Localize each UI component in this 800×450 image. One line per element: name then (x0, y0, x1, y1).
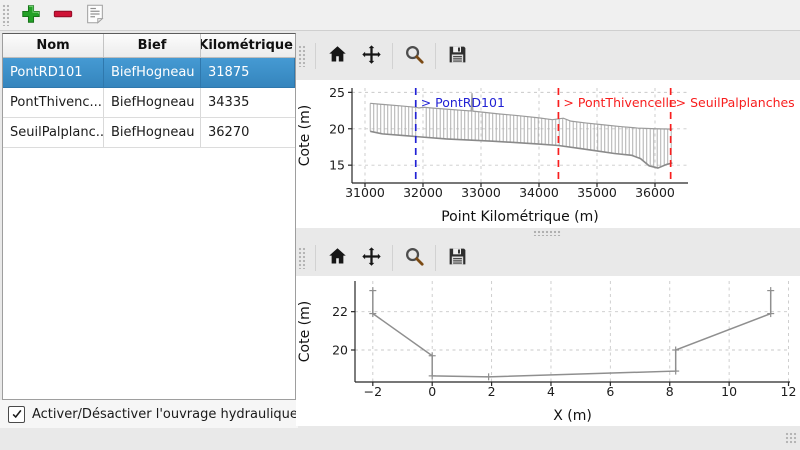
checkbox-label: Activer/Désactiver l'ouvrage hydraulique (32, 407, 298, 422)
svg-text:22: 22 (332, 304, 348, 319)
separator (315, 245, 316, 271)
save-button[interactable] (440, 41, 474, 71)
column-header-nom[interactable]: Nom (3, 34, 104, 57)
svg-text:20: 20 (329, 121, 345, 136)
magnifier-icon (404, 246, 425, 270)
home-button[interactable] (320, 41, 354, 71)
svg-text:20: 20 (332, 342, 348, 357)
cross-section-chart[interactable]: −2 0 2 4 6 8 10 12 20 22 X (m) Cote (m) (296, 276, 800, 426)
zoom-button[interactable] (397, 41, 431, 71)
activate-checkbox[interactable] (8, 406, 25, 423)
cell-bief: BiefHogneau (104, 58, 201, 87)
checkmark-icon (11, 405, 23, 424)
svg-text:15: 15 (329, 158, 345, 173)
svg-text:4: 4 (547, 384, 555, 399)
svg-text:Cote (m): Cote (m) (297, 105, 313, 166)
longitudinal-profile-chart[interactable]: 31000 32000 33000 34000 35000 36000 15 20 25 > Po… (296, 80, 800, 228)
pan-button[interactable] (354, 41, 388, 71)
svg-text:Cote (m): Cote (m) (297, 301, 313, 362)
table-row[interactable]: SeuilPalplanc... BiefHogneau 36270 (3, 118, 295, 148)
table-row[interactable]: PontThivenc... BiefHogneau 34335 (3, 88, 295, 118)
activate-checkbox-row: Activer/Désactiver l'ouvrage hydraulique (0, 400, 298, 428)
svg-text:34000: 34000 (519, 185, 559, 200)
cell-nom: PontRD101 (3, 58, 104, 87)
toolbar-drag-handle[interactable] (2, 4, 9, 26)
longitudinal-profile-canvas[interactable]: 31000 32000 33000 34000 35000 36000 15 20 25 > Po… (296, 80, 800, 228)
separator (435, 245, 436, 271)
horizontal-splitter-handle[interactable] (533, 230, 561, 236)
svg-text:0: 0 (428, 384, 436, 399)
svg-text:32000: 32000 (403, 185, 443, 200)
cross-section-canvas[interactable]: −2 0 2 4 6 8 10 12 20 22 X (m) Cote (m) (296, 276, 800, 426)
save-floppy-icon (447, 44, 468, 68)
svg-text:35000: 35000 (577, 185, 617, 200)
svg-text:−2: −2 (364, 384, 382, 399)
separator (435, 43, 436, 69)
profile-chart-toolbar (296, 31, 800, 80)
svg-text:6: 6 (606, 384, 614, 399)
svg-text:12: 12 (781, 384, 797, 399)
svg-text:10: 10 (721, 384, 737, 399)
toolbar-drag-handle[interactable] (298, 45, 305, 67)
column-header-pk[interactable]: nt Kilométrique (201, 34, 295, 57)
svg-text:Point Kilométrique (m): Point Kilométrique (m) (441, 209, 599, 225)
remove-button[interactable] (48, 2, 78, 28)
svg-text:31000: 31000 (345, 185, 385, 200)
svg-text:33000: 33000 (461, 185, 501, 200)
table-header: Nom Bief nt Kilométrique (3, 34, 295, 58)
home-button[interactable] (320, 243, 354, 273)
add-button[interactable] (16, 2, 46, 28)
pan-arrows-icon (361, 44, 382, 68)
column-header-bief[interactable]: Bief (104, 34, 201, 57)
application-window: Nom Bief nt Kilométrique PontRD101 BiefH… (0, 0, 800, 450)
cell-nom: PontThivenc... (3, 88, 104, 117)
pan-arrows-icon (361, 246, 382, 270)
svg-text:36000: 36000 (635, 185, 675, 200)
document-icon (84, 3, 106, 28)
svg-text:2: 2 (488, 384, 496, 399)
structures-table-panel: Nom Bief nt Kilométrique PontRD101 BiefH… (2, 33, 296, 400)
magnifier-icon (404, 44, 425, 68)
save-floppy-icon (447, 246, 468, 270)
cell-bief: BiefHogneau (104, 118, 201, 147)
main-toolbar (0, 0, 800, 31)
cell-nom: SeuilPalplanc... (3, 118, 104, 147)
cell-pk: 36270 (201, 118, 295, 147)
table-row[interactable]: PontRD101 BiefHogneau 31875 (3, 58, 295, 88)
svg-text:X (m): X (m) (553, 408, 592, 424)
svg-text:8: 8 (666, 384, 674, 399)
cell-bief: BiefHogneau (104, 88, 201, 117)
window-resize-grip[interactable] (785, 432, 798, 445)
svg-text:25: 25 (329, 85, 345, 100)
pan-button[interactable] (354, 243, 388, 273)
separator (315, 43, 316, 69)
save-button[interactable] (440, 243, 474, 273)
minus-icon (52, 3, 74, 28)
cell-pk: 34335 (201, 88, 295, 117)
plus-icon (20, 3, 42, 28)
notes-button[interactable] (80, 2, 110, 28)
svg-text:> PontThivencelle: > PontThivencelle (563, 95, 677, 110)
zoom-button[interactable] (397, 243, 431, 273)
svg-text:> SeuilPalplanches: > SeuilPalplanches (676, 95, 795, 110)
home-icon (327, 44, 348, 68)
separator (392, 43, 393, 69)
section-chart-toolbar (296, 240, 800, 276)
svg-text:> PontRD101: > PontRD101 (421, 95, 505, 110)
cell-pk: 31875 (201, 58, 295, 87)
separator (392, 245, 393, 271)
toolbar-drag-handle[interactable] (298, 247, 305, 269)
home-icon (327, 246, 348, 270)
